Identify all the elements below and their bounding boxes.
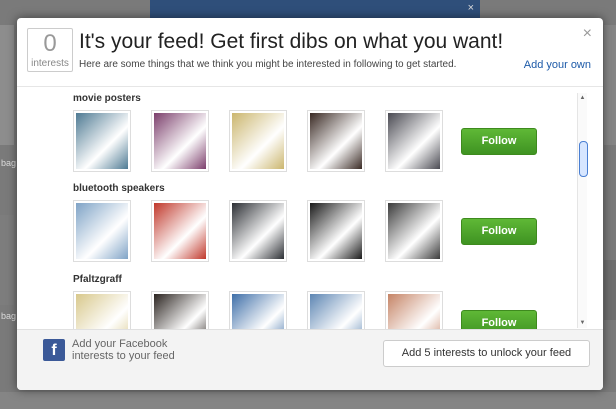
category-thumbnail[interactable]: [229, 200, 287, 262]
follow-button[interactable]: Follow: [461, 218, 537, 245]
background-tile: [0, 392, 616, 409]
follow-button[interactable]: Follow: [461, 310, 537, 330]
scroll-down-arrow-icon[interactable]: ▼: [579, 320, 586, 326]
category-thumbnail[interactable]: [385, 110, 443, 172]
scroll-up-arrow-icon[interactable]: ▲: [579, 95, 586, 101]
background-tile: [604, 260, 616, 320]
category-thumbnail[interactable]: [73, 291, 131, 330]
background-label: bag: [1, 311, 17, 321]
background-header-bar: ×: [150, 0, 480, 20]
category-thumbnail[interactable]: [229, 291, 287, 330]
close-icon[interactable]: ×: [583, 26, 592, 42]
interest-count-label: interests: [31, 58, 69, 69]
follow-button[interactable]: Follow: [461, 128, 537, 155]
category-thumbnail[interactable]: [307, 200, 365, 262]
background-tile: [604, 25, 616, 145]
interest-count: 0: [43, 30, 57, 57]
category-thumbnail[interactable]: [307, 110, 365, 172]
interest-counter: 0 interests: [27, 28, 73, 72]
modal-footer: f Add your Facebook interests to your fe…: [17, 329, 603, 390]
add-your-own-link[interactable]: Add your own: [524, 59, 591, 71]
facebook-icon[interactable]: f: [43, 339, 65, 361]
scrollbar-thumb[interactable]: [579, 141, 588, 177]
category-name: bluetooth speakers: [73, 183, 165, 194]
scrollbar[interactable]: ▲ ▼: [577, 93, 588, 328]
category-thumbnail[interactable]: [385, 291, 443, 330]
category-thumbnail[interactable]: [151, 291, 209, 330]
category-thumbnail[interactable]: [229, 110, 287, 172]
category-thumbnail[interactable]: [307, 291, 365, 330]
unlock-feed-button[interactable]: Add 5 interests to unlock your feed: [383, 340, 590, 367]
background-tile: [0, 25, 14, 145]
category-thumbnail[interactable]: [151, 110, 209, 172]
background-close-icon: ×: [467, 2, 474, 14]
onboarding-modal: × 0 interests It's your feed! Get first …: [17, 18, 603, 390]
modal-title: It's your feed! Get first dibs on what y…: [79, 30, 504, 53]
category-thumbnail[interactable]: [151, 200, 209, 262]
facebook-interests-link[interactable]: Add your Facebook interests to your feed: [72, 338, 212, 362]
background-tile: [0, 215, 14, 305]
category-thumbnail[interactable]: [73, 200, 131, 262]
category-thumbnail[interactable]: [73, 110, 131, 172]
category-name: movie posters: [73, 93, 141, 104]
modal-subtitle: Here are some things that we think you m…: [79, 59, 457, 70]
category-thumbnail[interactable]: [385, 200, 443, 262]
suggestions-list: movie posters Follow bluetooth speakers …: [17, 87, 603, 330]
background-label: bag: [1, 158, 17, 168]
category-name: Pfaltzgraff: [73, 274, 122, 285]
